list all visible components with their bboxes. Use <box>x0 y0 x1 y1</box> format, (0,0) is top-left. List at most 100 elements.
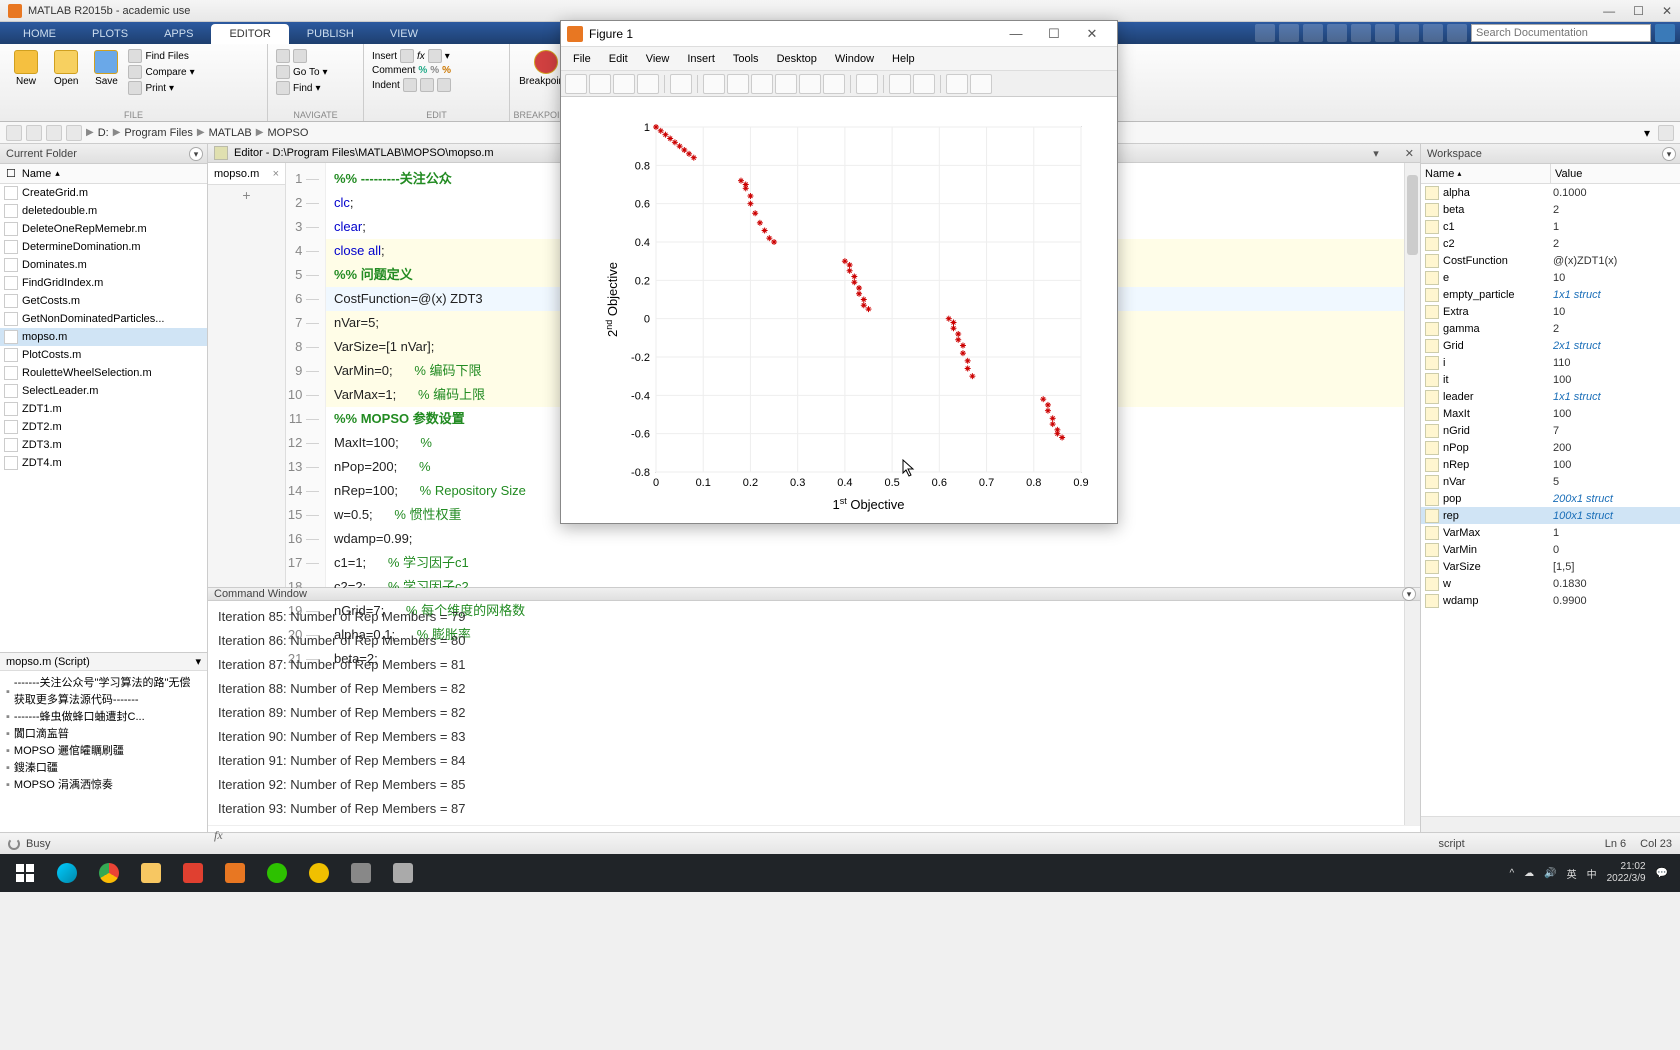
explorer-button[interactable] <box>130 856 172 890</box>
file-item[interactable]: FindGridIndex.m <box>0 274 207 292</box>
cmd-scrollbar[interactable] <box>1404 601 1420 825</box>
clock[interactable]: 21:02 2022/3/9 <box>1607 861 1646 885</box>
file-item[interactable]: ZDT4.m <box>0 454 207 472</box>
workspace-row[interactable]: empty_particle1x1 struct <box>1421 286 1680 303</box>
app-button[interactable] <box>340 856 382 890</box>
find-button[interactable]: Find ▾ <box>276 81 355 95</box>
workspace-row[interactable]: rep100x1 struct <box>1421 507 1680 524</box>
toolstrip-icon[interactable] <box>1327 24 1347 42</box>
file-item[interactable]: Dominates.m <box>0 256 207 274</box>
find-files-button[interactable]: Find Files <box>128 49 194 63</box>
workspace-hscroll[interactable] <box>1421 816 1680 832</box>
file-item[interactable]: ZDT2.m <box>0 418 207 436</box>
file-item[interactable]: deletedouble.m <box>0 202 207 220</box>
file-item[interactable]: ZDT3.m <box>0 436 207 454</box>
workspace-row[interactable]: CostFunction@(x)ZDT1(x) <box>1421 252 1680 269</box>
toolstrip-icon[interactable] <box>1303 24 1323 42</box>
hide-tools-icon[interactable] <box>946 74 968 94</box>
workspace-row[interactable]: VarMax1 <box>1421 524 1680 541</box>
start-button[interactable] <box>4 856 46 890</box>
indent-button[interactable]: Indent <box>372 78 501 92</box>
figure-menu-item[interactable]: Insert <box>679 51 723 67</box>
workspace-row[interactable]: c22 <box>1421 235 1680 252</box>
tab-publish[interactable]: PUBLISH <box>289 24 372 44</box>
workspace-row[interactable]: Extra10 <box>1421 303 1680 320</box>
file-item[interactable]: DeleteOneRepMemebr.m <box>0 220 207 238</box>
wechat-button[interactable] <box>256 856 298 890</box>
pointer-icon[interactable] <box>670 74 692 94</box>
datatip-icon[interactable] <box>799 74 821 94</box>
workspace-row[interactable]: alpha0.1000 <box>1421 184 1680 201</box>
workspace-row[interactable]: VarMin0 <box>1421 541 1680 558</box>
search-path-icon[interactable] <box>1658 125 1674 141</box>
help-icon[interactable] <box>1447 24 1467 42</box>
figure-window[interactable]: Figure 1 — ☐ ✕ FileEditViewInsertToolsDe… <box>560 20 1118 524</box>
zoom-in-icon[interactable] <box>703 74 725 94</box>
link-icon[interactable] <box>856 74 878 94</box>
panel-menu-icon[interactable]: ▾ <box>189 147 203 161</box>
breadcrumb[interactable]: MATLAB <box>209 127 252 139</box>
panel-menu-icon[interactable]: ▾ <box>1662 147 1676 161</box>
file-item[interactable]: ZDT1.m <box>0 400 207 418</box>
new-fig-icon[interactable] <box>565 74 587 94</box>
toolstrip-icon[interactable] <box>1399 24 1419 42</box>
edge-button[interactable] <box>46 856 88 890</box>
tab-plots[interactable]: PLOTS <box>74 24 146 44</box>
editor-file-tab[interactable]: mopso.m× <box>208 163 285 185</box>
insert-button[interactable]: Insert fx ▾ <box>372 49 501 63</box>
ime-sub[interactable]: 中 <box>1587 866 1597 881</box>
volume-icon[interactable]: 🔊 <box>1544 868 1556 879</box>
folder-name-column[interactable]: ☐Name ▴ <box>0 164 207 184</box>
toolstrip-icon[interactable] <box>1279 24 1299 42</box>
workspace-row[interactable]: c11 <box>1421 218 1680 235</box>
compare-button[interactable]: Compare ▾ <box>128 65 194 79</box>
tab-close-icon[interactable]: × <box>273 168 279 180</box>
breadcrumb[interactable]: D: <box>98 127 109 139</box>
figure-menu-item[interactable]: File <box>565 51 599 67</box>
folder-icon[interactable] <box>66 125 82 141</box>
maximize-button[interactable]: ☐ <box>1633 4 1644 18</box>
new-tab-button[interactable]: + <box>208 185 285 205</box>
goto-button[interactable]: Go To ▾ <box>276 65 355 79</box>
system-tray[interactable]: ^ ☁ 🔊 英 中 21:02 2022/3/9 💬 <box>1509 861 1676 885</box>
tab-view[interactable]: VIEW <box>372 24 436 44</box>
open-button[interactable]: Open <box>48 48 84 96</box>
workspace-row[interactable]: Grid2x1 struct <box>1421 337 1680 354</box>
figure-close-button[interactable]: ✕ <box>1073 22 1111 46</box>
workspace-row[interactable]: MaxIt100 <box>1421 405 1680 422</box>
workspace-row[interactable]: beta2 <box>1421 201 1680 218</box>
editor-menu-icon[interactable]: ▾ <box>1373 147 1379 160</box>
workspace-row[interactable]: leader1x1 struct <box>1421 388 1680 405</box>
tab-editor[interactable]: EDITOR <box>211 24 288 44</box>
pan-icon[interactable] <box>751 74 773 94</box>
workspace-row[interactable]: e10 <box>1421 269 1680 286</box>
panel-menu-icon[interactable]: ▾ <box>1402 587 1416 601</box>
open-fig-icon[interactable] <box>589 74 611 94</box>
figure-menu-item[interactable]: View <box>638 51 678 67</box>
figure-menu-item[interactable]: Help <box>884 51 923 67</box>
toolstrip-icon[interactable] <box>1255 24 1275 42</box>
brush-icon[interactable] <box>823 74 845 94</box>
command-prompt[interactable]: fx <box>208 825 1420 845</box>
file-item[interactable]: CreateGrid.m <box>0 184 207 202</box>
workspace-row[interactable]: i110 <box>1421 354 1680 371</box>
file-item[interactable]: SelectLeader.m <box>0 382 207 400</box>
breadcrumb[interactable]: Program Files <box>124 127 192 139</box>
workspace-name-column[interactable]: Name ▴ <box>1421 164 1551 183</box>
file-item[interactable]: PlotCosts.m <box>0 346 207 364</box>
details-header[interactable]: mopso.m (Script)▾ <box>0 653 207 671</box>
tab-apps[interactable]: APPS <box>146 24 211 44</box>
print-fig-icon[interactable] <box>637 74 659 94</box>
figure-minimize-button[interactable]: — <box>997 22 1035 46</box>
onedrive-icon[interactable]: ☁ <box>1524 868 1534 879</box>
folder-up-icon[interactable] <box>46 125 62 141</box>
figure-menu-item[interactable]: Window <box>827 51 882 67</box>
workspace-row[interactable]: nPop200 <box>1421 439 1680 456</box>
minimize-button[interactable]: — <box>1603 4 1615 18</box>
nav-back-button[interactable] <box>276 49 355 63</box>
figure-menu-item[interactable]: Edit <box>601 51 636 67</box>
figure-axes[interactable]: 00.10.20.30.40.50.60.70.80.9-0.8-0.6-0.4… <box>561 97 1117 523</box>
ime-lang[interactable]: 英 <box>1567 866 1577 881</box>
app-button[interactable] <box>172 856 214 890</box>
notifications-icon[interactable]: 💬 <box>1656 868 1668 879</box>
